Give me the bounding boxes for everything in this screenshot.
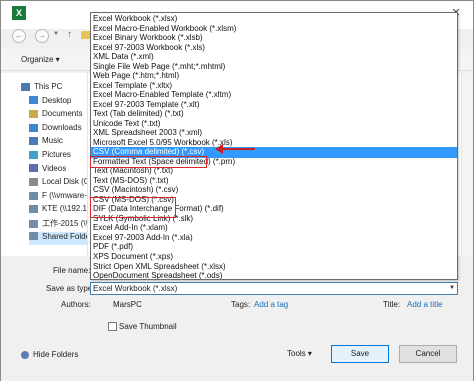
network-drive-icon — [29, 219, 38, 228]
file-name-label: File name: — [53, 266, 91, 275]
network-drive-icon — [29, 232, 38, 241]
red-arrow-line — [223, 148, 255, 150]
save-as-type-value: Excel Workbook (*.xlsx) — [93, 284, 178, 293]
nav-item[interactable]: Desktop — [29, 96, 87, 109]
desktop-icon — [29, 96, 38, 105]
nav-item-label: Desktop — [42, 95, 72, 105]
nav-item-label: 工作-2015 (\\ — [42, 219, 88, 228]
file-type-option[interactable]: OpenDocument Spreadsheet (*.ods) — [91, 271, 457, 279]
recent-locations-chevron-icon[interactable]: ▼ — [53, 31, 59, 37]
authors-value[interactable]: MarsPC — [113, 300, 142, 309]
back-button[interactable]: ← — [12, 29, 26, 43]
nav-item-label: This PC — [34, 82, 63, 91]
save-button[interactable]: Save — [331, 345, 389, 363]
nav-item[interactable]: Music — [29, 136, 87, 149]
music-icon — [29, 137, 38, 146]
nav-item-label: Videos — [42, 163, 67, 173]
nav-item[interactable]: Pictures — [29, 150, 87, 163]
red-arrow-icon — [215, 144, 223, 154]
network-drive-icon — [29, 205, 38, 214]
file-type-dropdown-list[interactable]: Excel Workbook (*.xlsx) Excel Macro-Enabl… — [90, 12, 458, 280]
save-thumbnail-label: Save Thumbnail — [119, 322, 177, 331]
network-drive-icon — [29, 191, 38, 200]
pictures-icon — [29, 150, 38, 159]
nav-item-label: F (\\vmware-h — [42, 190, 92, 200]
nav-item[interactable]: Downloads — [29, 123, 87, 136]
add-tag-link[interactable]: Add a tag — [254, 300, 288, 309]
add-title-link[interactable]: Add a title — [407, 300, 443, 309]
tags-label: Tags: — [231, 300, 251, 309]
chevron-up-icon — [21, 350, 29, 359]
nav-item-label: Shared Folder — [42, 231, 93, 241]
nav-item[interactable]: KTE (\\192.168 — [29, 204, 96, 217]
nav-item-label: Local Disk (C — [42, 177, 90, 187]
nav-item-label: Documents — [42, 109, 83, 119]
chevron-down-icon: ▼ — [449, 285, 455, 291]
nav-item[interactable]: Shared Folder — [29, 231, 93, 245]
documents-icon — [29, 110, 38, 119]
save-as-type-label: Save as type: — [46, 284, 95, 293]
nav-item[interactable]: F (\\vmware-h — [29, 191, 91, 204]
nav-item-label: Downloads — [42, 122, 82, 132]
nav-item[interactable]: 工作-2015 (\\ — [29, 218, 88, 231]
cancel-button[interactable]: Cancel — [399, 345, 457, 363]
save-thumbnail-checkbox[interactable] — [108, 322, 117, 331]
nav-item[interactable]: Local Disk (C — [29, 177, 90, 190]
drive-icon — [29, 178, 38, 187]
forward-button[interactable]: → — [35, 29, 49, 43]
hide-folders-label: Hide Folders — [33, 350, 79, 359]
hide-folders-button[interactable]: Hide Folders — [21, 350, 78, 359]
videos-icon — [29, 164, 38, 173]
computer-icon — [21, 82, 30, 91]
nav-item-label: Music — [42, 136, 63, 146]
nav-item[interactable]: Videos — [29, 164, 87, 177]
nav-item-label: Pictures — [42, 150, 71, 159]
save-as-type-select[interactable]: Excel Workbook (*.xlsx) ▼ — [90, 282, 458, 295]
nav-item[interactable]: This PC — [21, 82, 87, 95]
tools-menu-button[interactable]: Tools ▾ — [287, 349, 312, 358]
downloads-icon — [29, 123, 38, 132]
authors-label: Authors: — [61, 300, 91, 309]
organize-button[interactable]: Organize ▾ — [21, 55, 60, 64]
save-as-dialog: X ✕ ← → ▼ ↑ Organize ▾ This PCDesktopDoc… — [0, 0, 474, 381]
excel-app-icon: X — [12, 6, 26, 20]
title-label: Title: — [383, 300, 401, 309]
vertical-scrollbar[interactable] — [461, 73, 473, 256]
navigation-pane: This PC Desktop Documents Downloads Music Pic… — [1, 73, 96, 256]
up-button[interactable]: ↑ — [67, 29, 72, 40]
nav-item[interactable]: Documents — [29, 109, 87, 122]
